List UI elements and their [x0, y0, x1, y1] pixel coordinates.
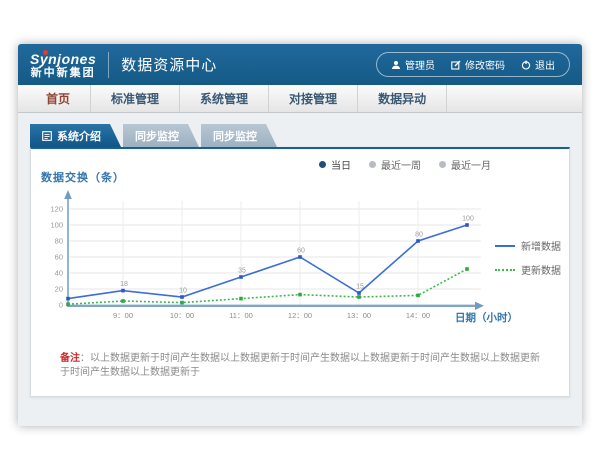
admin-user-button[interactable]: 管理员 [391, 57, 435, 72]
data-point-marker [416, 239, 420, 243]
x-tick-label: 12：00 [288, 311, 312, 320]
data-point-marker [66, 297, 70, 301]
data-point-marker [239, 275, 243, 279]
data-point-label: 15 [356, 284, 364, 291]
app-window: Synjones 新中新集团 数据资源中心 管理员 修改密码 [18, 44, 582, 426]
radio-today[interactable]: 当日 [319, 157, 351, 172]
dotted-line-icon [495, 269, 515, 271]
x-tick-label: 9：00 [113, 311, 133, 320]
y-axis-label: 数据交换（条） [41, 169, 125, 185]
nav-item-data-change[interactable]: 数据异动 [358, 85, 447, 112]
radio-label: 当日 [331, 157, 351, 172]
data-point-marker [465, 223, 469, 227]
user-menu-label: 管理员 [405, 57, 435, 72]
data-point-marker [465, 267, 469, 271]
data-point-marker [298, 293, 302, 297]
data-point-label: 35 [238, 268, 246, 275]
user-menu-label: 修改密码 [465, 57, 505, 72]
document-icon [42, 131, 52, 141]
nav-item-standard-mgmt[interactable]: 标准管理 [91, 85, 180, 112]
x-tick-label: 11：00 [229, 311, 253, 320]
data-point-marker [239, 297, 243, 301]
y-tick-label: 20 [55, 285, 63, 294]
footnote-prefix: 备注 [60, 353, 80, 364]
logo-text: Synjones [30, 52, 96, 67]
radio-last-month[interactable]: 最近一月 [439, 157, 491, 172]
brand-logo: Synjones 新中新集团 [30, 50, 96, 79]
nav-item-system-mgmt[interactable]: 系统管理 [180, 85, 269, 112]
y-axis-arrow-icon [64, 190, 72, 199]
app-header: Synjones 新中新集团 数据资源中心 管理员 修改密码 [18, 44, 582, 85]
data-point-marker [121, 289, 125, 293]
y-tick-label: 100 [50, 221, 63, 230]
footnote-text: ：以上数据更新于时间产生数据以上数据更新于时间产生数据以上数据更新于时间产生数据… [60, 353, 540, 378]
data-point-label: 100 [462, 216, 474, 223]
solid-line-icon [495, 245, 515, 247]
chart-legend: 新增数据 更新数据 [495, 238, 561, 277]
user-icon [391, 60, 401, 70]
x-axis-label: 日期（小时） [455, 311, 518, 324]
logo-subtext: 新中新集团 [30, 67, 96, 79]
data-point-marker [180, 295, 184, 299]
data-point-marker [298, 255, 302, 259]
x-tick-label: 10：00 [170, 311, 194, 320]
data-point-marker [357, 295, 361, 299]
legend-label: 更新数据 [521, 262, 561, 277]
data-point-label: 60 [297, 248, 305, 255]
edit-icon [451, 60, 461, 70]
x-tick-label: 13：00 [347, 311, 371, 320]
change-password-button[interactable]: 修改密码 [451, 57, 505, 72]
y-tick-label: 80 [55, 237, 63, 246]
tab-label: 系统介绍 [57, 128, 101, 144]
tab-bar: 系统介绍 同步监控 同步监控 [30, 124, 570, 147]
chart-panel: 18 10 35 60 15 80 100 0 20 40 60 80 100 120 9：00 10：00 1… [30, 147, 570, 397]
tab-system-intro[interactable]: 系统介绍 [30, 124, 121, 147]
y-tick-label: 120 [50, 205, 63, 214]
legend-item-new-data[interactable]: 新增数据 [495, 238, 561, 253]
user-menu-label: 退出 [535, 57, 555, 72]
radio-label: 最近一周 [381, 157, 421, 172]
header-divider [108, 52, 109, 78]
data-point-marker [416, 294, 420, 298]
footnote: 备注：以上数据更新于时间产生数据以上数据更新于时间产生数据以上数据更新于时间产生… [60, 352, 540, 380]
power-icon [521, 60, 531, 70]
y-tick-label: 40 [55, 269, 63, 278]
y-tick-label: 0 [59, 301, 63, 310]
radio-dot-icon [319, 161, 326, 168]
legend-label: 新增数据 [521, 238, 561, 253]
tab-sync-monitor-1[interactable]: 同步监控 [123, 124, 199, 147]
data-point-label: 10 [179, 288, 187, 295]
user-menu: 管理员 修改密码 退出 [376, 52, 570, 77]
y-tick-label: 60 [55, 253, 63, 262]
logo-accent-dot [43, 50, 48, 55]
tab-label: 同步监控 [135, 128, 179, 144]
period-filter-group: 当日 最近一周 最近一月 [319, 157, 491, 172]
data-point-marker [66, 302, 70, 306]
tab-sync-monitor-2[interactable]: 同步监控 [201, 124, 277, 147]
radio-last-week[interactable]: 最近一周 [369, 157, 421, 172]
data-point-label: 18 [120, 281, 128, 288]
radio-label: 最近一月 [451, 157, 491, 172]
radio-dot-icon [439, 161, 446, 168]
logout-button[interactable]: 退出 [521, 57, 555, 72]
nav-item-integration-mgmt[interactable]: 对接管理 [269, 85, 358, 112]
main-nav: 首页 标准管理 系统管理 对接管理 数据异动 [18, 85, 582, 113]
legend-item-updated-data[interactable]: 更新数据 [495, 262, 561, 277]
x-axis-arrow-icon [475, 302, 484, 310]
data-point-marker [121, 299, 125, 303]
radio-dot-icon [369, 161, 376, 168]
x-tick-label: 14：00 [406, 311, 430, 320]
content-area: 系统介绍 同步监控 同步监控 1810356015801000204060801… [18, 113, 582, 425]
data-point-marker [357, 291, 361, 295]
nav-item-home[interactable]: 首页 [26, 85, 91, 112]
page-title: 数据资源中心 [121, 54, 217, 75]
tab-label: 同步监控 [213, 128, 257, 144]
data-point-label: 80 [415, 232, 423, 239]
data-point-marker [180, 301, 184, 305]
